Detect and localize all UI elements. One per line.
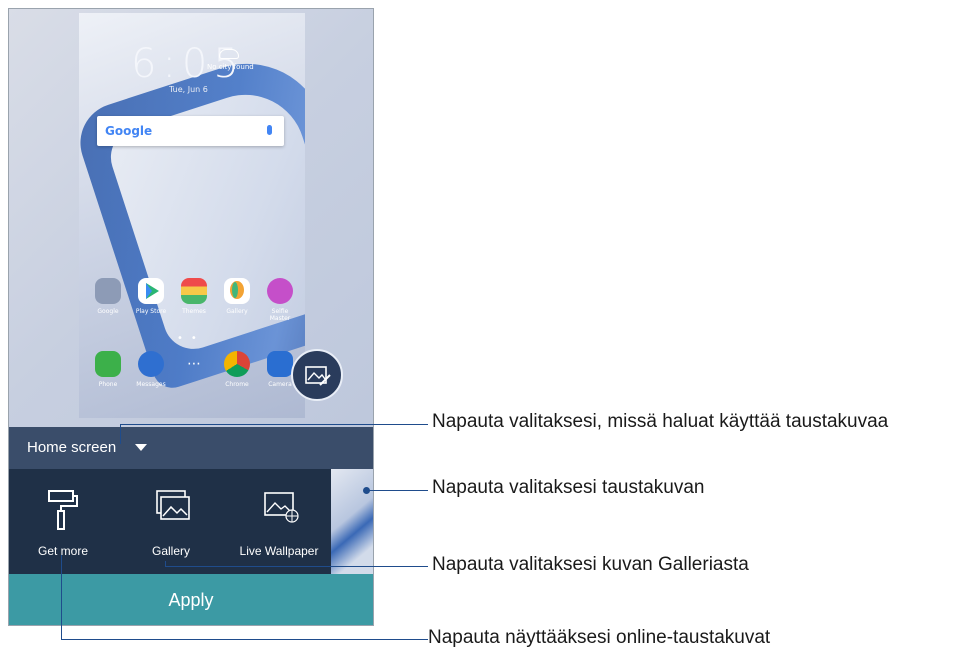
callout-line xyxy=(120,424,121,444)
app-messages: Messages xyxy=(132,351,170,388)
dropdown-arrow-icon xyxy=(135,444,147,451)
app-themes: Themes xyxy=(175,278,213,322)
callout-line xyxy=(61,639,428,640)
edit-wallpaper-button[interactable] xyxy=(291,349,343,401)
callout-line xyxy=(165,566,428,567)
app-label: Google xyxy=(97,308,119,315)
get-more-button[interactable]: Get more xyxy=(9,469,117,574)
home-app-row: Google Play Store Themes Gallery Selfie … xyxy=(89,278,299,322)
apply-button[interactable]: Apply xyxy=(9,574,373,625)
wallpaper-tray: Get more Gallery Live Wallpaper xyxy=(9,469,373,574)
cloud-icon xyxy=(219,49,239,59)
google-search-bar: Google xyxy=(97,116,284,146)
messages-icon xyxy=(138,351,164,377)
apply-label: Apply xyxy=(168,590,214,610)
app-label: Themes xyxy=(182,308,206,315)
app-label: Phone xyxy=(98,381,118,388)
live-wallpaper-button[interactable]: Live Wallpaper xyxy=(225,469,333,574)
app-phone: Phone xyxy=(89,351,127,388)
callout-line xyxy=(366,490,428,491)
app-drawer: ⋯ xyxy=(175,351,213,388)
mode-selector[interactable]: Home screen xyxy=(9,427,373,469)
callout-online: Napauta näyttääksesi online-taustakuvat xyxy=(428,627,771,648)
phone-icon xyxy=(95,351,121,377)
callout-dot xyxy=(363,487,370,494)
callout-gallery: Napauta valitaksesi kuvan Galleriasta xyxy=(432,554,749,575)
play-store-icon xyxy=(138,278,164,304)
app-chrome: Chrome xyxy=(218,351,256,388)
app-label: Selfie Master xyxy=(269,308,291,322)
get-more-label: Get more xyxy=(37,544,88,558)
dock-row: Phone Messages ⋯ Chrome Camera xyxy=(89,351,299,388)
app-label: Messages xyxy=(136,381,166,388)
google-logo: Google xyxy=(105,124,153,138)
page-indicator: •• xyxy=(177,333,205,344)
phone-screen: 6:05 No city found Tue, Jun 6 Google Goo… xyxy=(8,8,374,626)
date-text: Tue, Jun 6 xyxy=(169,85,208,94)
live-wallpaper-icon xyxy=(264,492,299,523)
app-selfie-master: Selfie Master xyxy=(261,278,299,322)
folder-icon xyxy=(95,278,121,304)
wallpaper-thumbnail[interactable] xyxy=(331,469,373,574)
app-label: Play Store xyxy=(135,308,167,315)
selfie-master-icon xyxy=(267,278,293,304)
gallery-button[interactable]: Gallery xyxy=(117,469,225,574)
gallery-photos-icon xyxy=(156,490,190,520)
callout-line xyxy=(61,555,62,640)
live-wallpaper-label: Live Wallpaper xyxy=(239,544,319,558)
mode-selector-label: Home screen xyxy=(27,439,117,456)
weather-text: No city found xyxy=(207,63,254,71)
app-google: Google xyxy=(89,278,127,322)
app-play-store: Play Store xyxy=(132,278,170,322)
app-label: Chrome xyxy=(225,381,249,388)
wallpaper-preview: 6:05 No city found Tue, Jun 6 Google Goo… xyxy=(79,13,305,418)
callout-wallpaper: Napauta valitaksesi taustakuvan xyxy=(432,477,705,498)
app-label: Gallery xyxy=(226,308,248,315)
mic-icon xyxy=(267,125,272,135)
themes-icon xyxy=(181,278,207,304)
callout-line xyxy=(120,424,428,425)
paint-roller-icon xyxy=(48,490,78,530)
app-drawer-icon: ⋯ xyxy=(187,356,201,372)
edit-image-icon xyxy=(305,366,331,386)
camera-icon xyxy=(267,351,293,377)
gallery-label: Gallery xyxy=(151,544,190,558)
callout-mode: Napauta valitaksesi, missä haluat käyttä… xyxy=(432,411,889,432)
gallery-icon xyxy=(224,278,250,304)
chrome-icon xyxy=(224,351,250,377)
app-gallery: Gallery xyxy=(218,278,256,322)
